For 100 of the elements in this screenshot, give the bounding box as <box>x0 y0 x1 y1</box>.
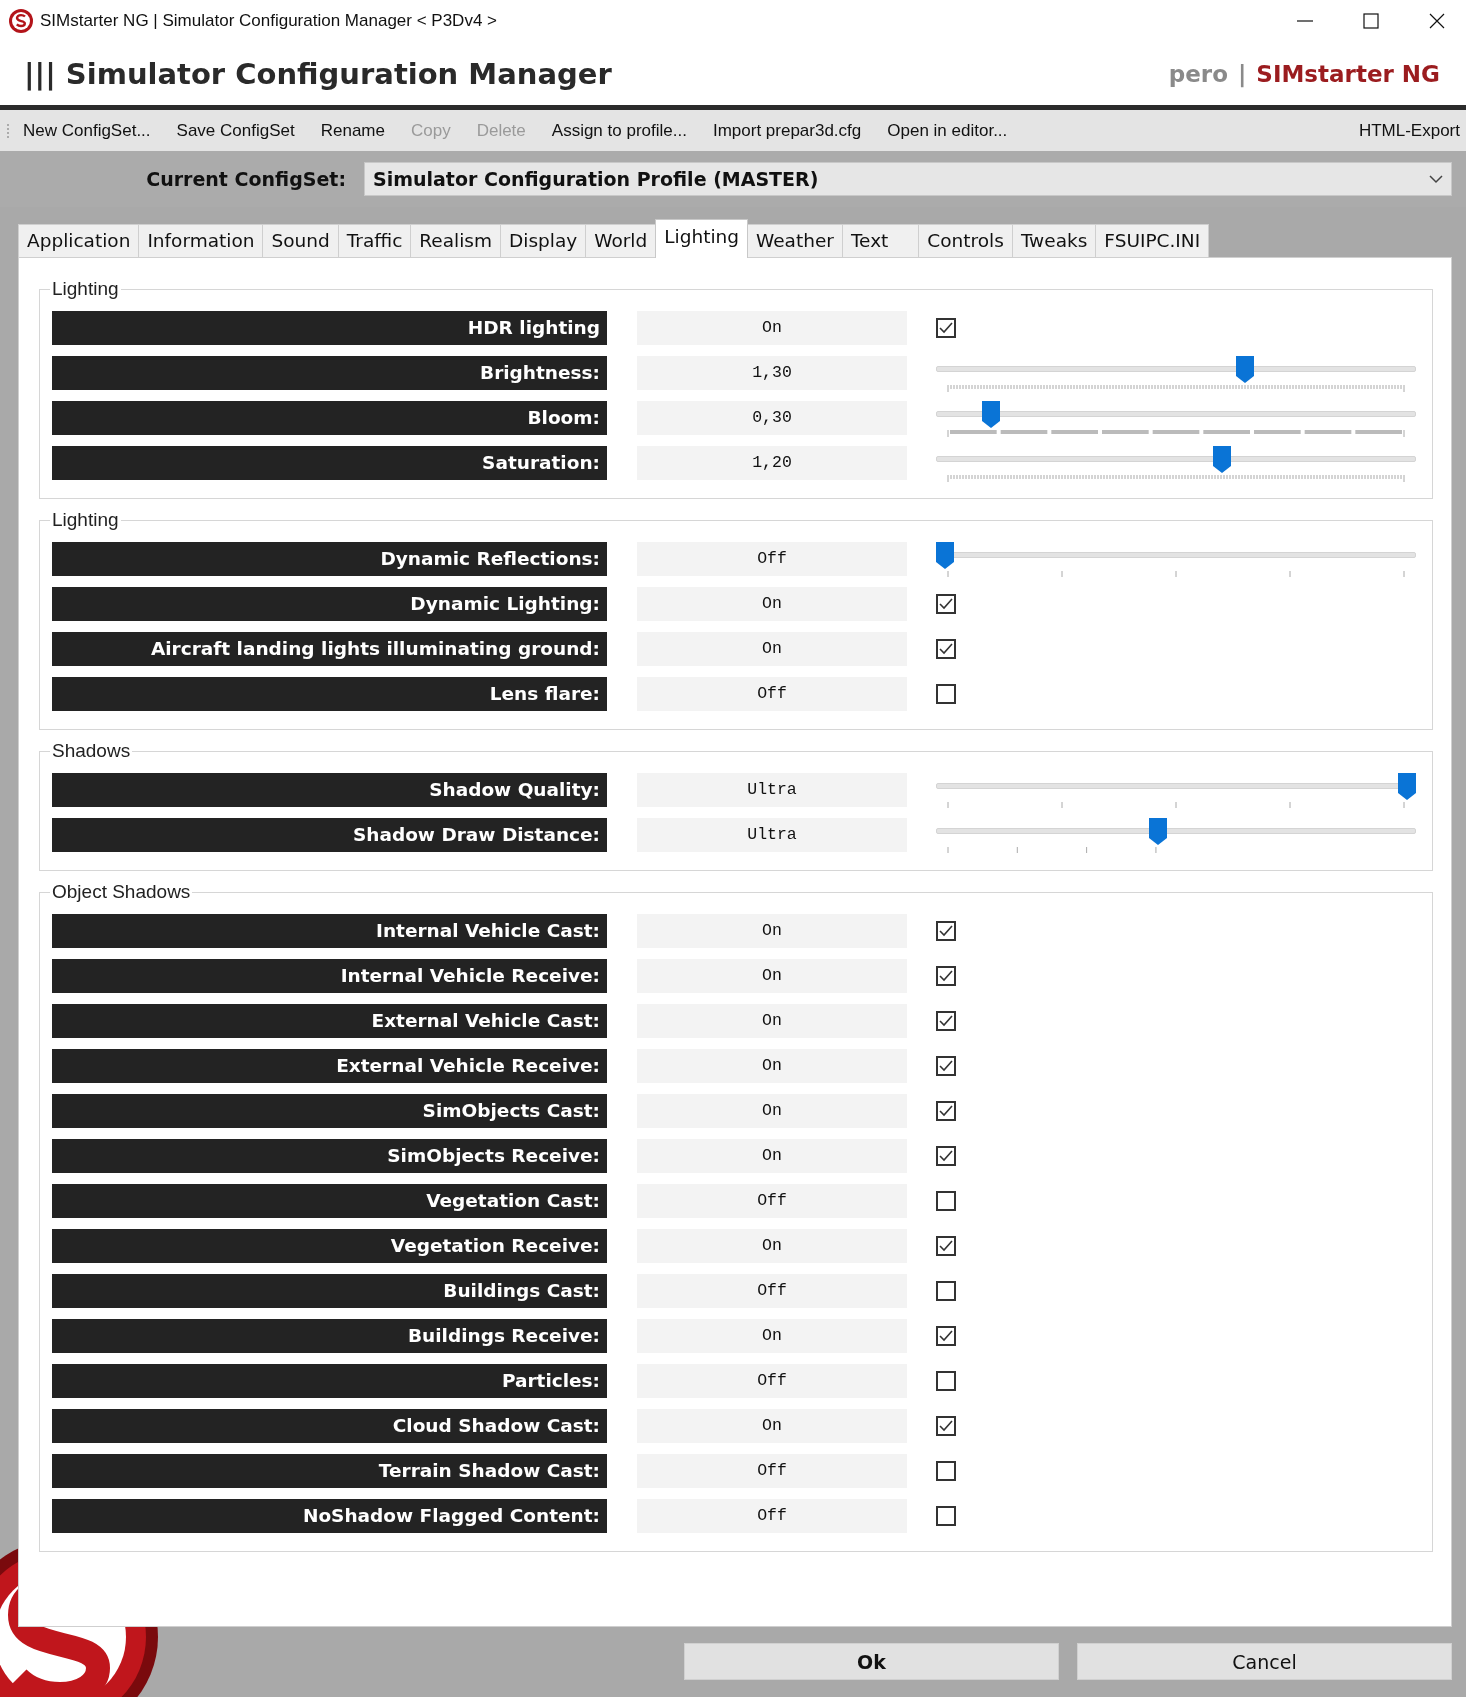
checkbox[interactable] <box>936 966 956 986</box>
checkbox[interactable] <box>936 318 956 338</box>
group-title: Object Shadows <box>51 881 192 903</box>
tab[interactable]: Application <box>18 224 140 257</box>
checkbox[interactable] <box>936 1236 956 1256</box>
tab[interactable]: Lighting <box>655 219 749 258</box>
toolbar-item[interactable]: Rename <box>307 120 398 141</box>
setting-label: Dynamic Lighting: <box>52 587 607 621</box>
toolbar-item[interactable]: Save ConfigSet <box>163 120 308 141</box>
user-name: pero <box>1168 60 1228 87</box>
checkbox[interactable] <box>936 639 956 659</box>
setting-label: Aircraft landing lights illuminating ground: <box>52 632 607 666</box>
checkbox[interactable] <box>936 1326 956 1346</box>
tab[interactable]: Text <box>841 224 920 257</box>
setting-value: 1,30 <box>637 356 907 390</box>
setting-label: External Vehicle Cast: <box>52 1004 607 1038</box>
tab[interactable]: Realism <box>410 224 501 257</box>
setting-label: NoShadow Flagged Content: <box>52 1499 607 1533</box>
setting-label: Saturation: <box>52 446 607 480</box>
configset-dropdown[interactable]: Simulator Configuration Profile (MASTER) <box>364 162 1452 196</box>
setting-value: Off <box>637 1184 907 1218</box>
app-title: ||| Simulator Configuration Manager <box>24 56 613 91</box>
setting-label: Vegetation Cast: <box>52 1184 607 1218</box>
checkbox[interactable] <box>936 1416 956 1436</box>
slider[interactable] <box>936 356 1416 383</box>
maximize-icon[interactable] <box>1362 12 1380 30</box>
slider-thumb[interactable] <box>936 542 954 569</box>
tab[interactable]: World <box>585 224 657 257</box>
checkbox[interactable] <box>936 921 956 941</box>
checkbox[interactable] <box>936 1281 956 1301</box>
setting-label: Terrain Shadow Cast: <box>52 1454 607 1488</box>
checkbox[interactable] <box>936 1146 956 1166</box>
setting-value: On <box>637 959 907 993</box>
slider[interactable] <box>936 818 1416 845</box>
checkbox[interactable] <box>936 1011 956 1031</box>
setting-label: HDR lighting <box>52 311 607 345</box>
tab[interactable]: Tweaks <box>1011 224 1097 257</box>
tab[interactable]: FSUIPC.INI <box>1095 224 1210 257</box>
checkbox[interactable] <box>936 1056 956 1076</box>
checkbox[interactable] <box>936 594 956 614</box>
grip-icon[interactable] <box>6 122 10 139</box>
setting-value: Ultra <box>637 818 907 852</box>
setting-value: Off <box>637 1364 907 1398</box>
setting-value: Off <box>637 1454 907 1488</box>
slider-thumb[interactable] <box>1236 356 1255 383</box>
checkbox[interactable] <box>936 684 956 704</box>
slider[interactable] <box>936 773 1416 800</box>
setting-label: Lens flare: <box>52 677 607 711</box>
configset-label: Current ConfigSet: <box>145 168 346 190</box>
tab[interactable]: Controls <box>918 224 1013 257</box>
tab[interactable]: Traffic <box>337 224 412 257</box>
setting-value: On <box>637 1094 907 1128</box>
group-title: Lighting <box>51 278 120 300</box>
setting-value: On <box>637 311 907 345</box>
setting-value: On <box>637 632 907 666</box>
setting-value: On <box>637 1319 907 1353</box>
toolbar-item[interactable]: Import prepar3d.cfg <box>699 120 875 141</box>
setting-value: On <box>637 1049 907 1083</box>
ok-button[interactable]: Ok <box>684 1643 1059 1680</box>
slider-thumb[interactable] <box>1398 773 1416 800</box>
setting-label: Vegetation Receive: <box>52 1229 607 1263</box>
setting-value: Off <box>637 677 907 711</box>
setting-label: Bloom: <box>52 401 607 435</box>
setting-label: SimObjects Cast: <box>52 1094 607 1128</box>
checkbox[interactable] <box>936 1101 956 1121</box>
slider[interactable] <box>936 446 1416 473</box>
setting-value: On <box>637 1409 907 1443</box>
tab[interactable]: Display <box>500 224 587 257</box>
group-title: Lighting <box>51 509 120 531</box>
slider[interactable] <box>936 401 1416 428</box>
setting-value: Off <box>637 1274 907 1308</box>
window-title: SIMstarter NG | Simulator Configuration Manager < P3Dv4 > <box>40 11 498 31</box>
cancel-button[interactable]: Cancel <box>1077 1643 1452 1680</box>
slider[interactable] <box>936 542 1416 569</box>
group-title: Shadows <box>51 740 132 762</box>
checkbox[interactable] <box>936 1371 956 1391</box>
app-logo-icon <box>8 8 34 34</box>
setting-value: Off <box>637 542 907 576</box>
setting-label: Buildings Cast: <box>52 1274 607 1308</box>
checkbox[interactable] <box>936 1461 956 1481</box>
setting-label: Dynamic Reflections: <box>52 542 607 576</box>
toolbar-item[interactable]: New ConfigSet... <box>10 120 164 141</box>
tab[interactable]: Information <box>138 224 264 257</box>
setting-label: Particles: <box>52 1364 607 1398</box>
setting-value: On <box>637 587 907 621</box>
close-icon[interactable] <box>1428 12 1446 30</box>
checkbox[interactable] <box>936 1191 956 1211</box>
toolbar-item[interactable]: Open in editor... <box>874 120 1021 141</box>
toolbar-item[interactable]: Assign to profile... <box>538 120 700 141</box>
tab[interactable]: Weather <box>747 224 843 257</box>
slider-thumb[interactable] <box>1148 818 1167 845</box>
setting-value: Ultra <box>637 773 907 807</box>
tab[interactable]: Sound <box>262 224 339 257</box>
setting-value: On <box>637 1139 907 1173</box>
setting-label: Internal Vehicle Receive: <box>52 959 607 993</box>
toolbar-item[interactable]: HTML-Export <box>1345 120 1460 141</box>
slider-thumb[interactable] <box>982 401 1001 428</box>
slider-thumb[interactable] <box>1213 446 1232 473</box>
setting-label: Buildings Receive: <box>52 1319 607 1353</box>
checkbox[interactable] <box>936 1506 956 1526</box>
